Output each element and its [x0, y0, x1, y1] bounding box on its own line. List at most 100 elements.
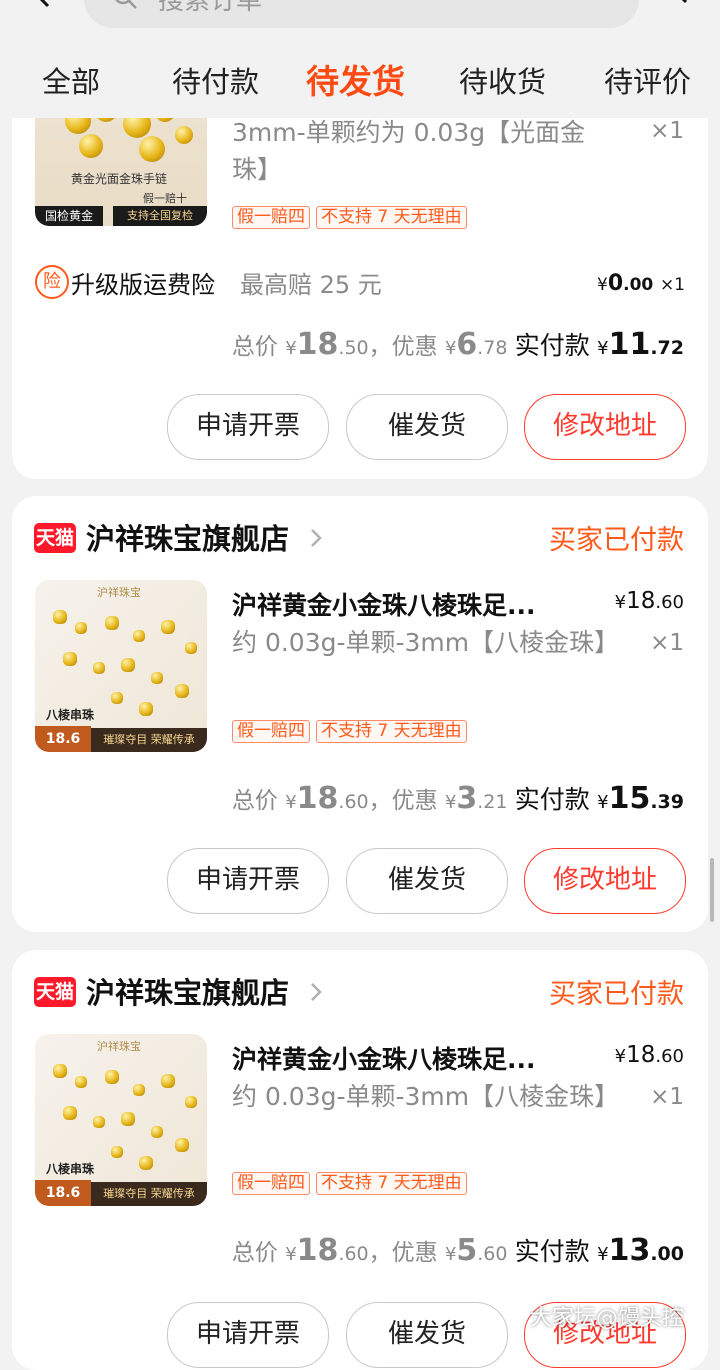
image-brand: 沪祥珠宝	[97, 1040, 141, 1053]
gold-bead	[185, 1096, 197, 1108]
total-dec: .50	[338, 337, 369, 359]
currency-symbol: ¥	[444, 338, 457, 359]
tab-pending-payment[interactable]: 待付款	[172, 58, 259, 106]
urge-shipping-button[interactable]: 催发货	[346, 1302, 508, 1368]
product-title[interactable]: 沪祥黄金小金珠八棱珠足...	[232, 586, 536, 622]
product-quantity: ×1	[650, 1084, 684, 1110]
discount-int: 6	[456, 327, 478, 362]
pay-int: 13	[608, 1233, 651, 1268]
gold-bead	[53, 1064, 67, 1078]
shipping-insurance-row[interactable]: 险 升级版运费险 最高赔 25 元 ¥0.00 ×1	[35, 265, 685, 305]
image-brand: 沪祥珠宝	[97, 586, 141, 599]
search-placeholder: 搜索订单	[158, 0, 263, 16]
gold-bead	[161, 620, 175, 634]
total-int: 18	[296, 781, 339, 816]
gold-bead	[175, 126, 193, 144]
image-caption-cert: 国检黄金	[35, 206, 103, 226]
discount-dec: .21	[477, 791, 508, 813]
pay-dec: .39	[650, 791, 684, 813]
top-bar: 搜索订单 全部 待付款 待发货 待收货 待评价	[0, 0, 720, 118]
pay-dec: .00	[650, 1243, 684, 1265]
tab-all[interactable]: 全部	[42, 58, 100, 106]
product-title[interactable]: 沪祥黄金小金珠八棱珠足...	[232, 1040, 536, 1076]
gold-bead	[151, 672, 163, 684]
shop-header[interactable]: 天猫 沪祥珠宝旗舰店 买家已付款	[12, 950, 708, 1030]
discount-dec: .60	[477, 1243, 508, 1265]
total-label: 总价	[231, 334, 278, 360]
change-address-button[interactable]: 修改地址	[524, 848, 686, 914]
watermark: 大家坛@馒头控	[530, 1306, 685, 1331]
total-dec: .60	[338, 791, 369, 813]
tab-pending-shipment[interactable]: 待发货	[306, 58, 405, 106]
back-arrow-icon[interactable]	[30, 0, 58, 14]
pay-label: 实付款	[514, 331, 590, 360]
gold-bead	[75, 1076, 87, 1088]
order-summary: 总价 ¥18.50，优惠 ¥6.78 实付款 ¥11.72	[232, 326, 684, 362]
service-tag: 假一赔四	[232, 1172, 310, 1195]
pay-dec: .72	[650, 337, 684, 359]
currency-symbol: ¥	[597, 792, 609, 813]
product-price: ¥18.60	[615, 1042, 684, 1068]
gold-bead	[93, 662, 105, 674]
total-label: 总价	[231, 1240, 278, 1266]
total-int: 18	[296, 327, 339, 362]
image-slogan: 璀璨夺目 荣耀传承	[91, 728, 207, 752]
total-label: 总价	[231, 788, 278, 814]
gold-bead	[133, 630, 145, 642]
gold-bead	[63, 652, 77, 666]
product-quantity: ×1	[650, 118, 684, 144]
currency-symbol: ¥	[285, 792, 297, 813]
product-quantity: ×1	[650, 630, 684, 656]
chevron-right-icon	[311, 529, 322, 547]
image-label: 八棱串珠	[45, 708, 94, 722]
price-int: 18	[626, 588, 656, 614]
change-address-button[interactable]: 修改地址	[524, 394, 686, 460]
price-dec: .60	[655, 1046, 684, 1067]
insurance-price: ¥0.00 ×1	[597, 271, 685, 296]
request-invoice-button[interactable]: 申请开票	[167, 1302, 329, 1368]
discount-label: ，优惠	[368, 1240, 438, 1266]
gold-bead	[121, 658, 135, 672]
more-icon[interactable]	[676, 0, 696, 12]
gold-bead	[185, 642, 197, 654]
product-price: ¥18.60	[615, 588, 684, 614]
insurance-note: 最高赔 25 元	[240, 271, 382, 299]
request-invoice-button[interactable]: 申请开票	[167, 394, 329, 460]
image-price: 18.6	[35, 726, 91, 752]
currency-symbol: ¥	[444, 1244, 457, 1265]
price-int: 0	[607, 271, 624, 296]
order-card: 天猫 沪祥珠宝旗舰店 买家已付款 沪祥珠宝 八棱串珠 18.6 璀璨夺目 荣耀传…	[12, 496, 708, 932]
image-label: 八棱串珠	[45, 1162, 94, 1176]
shop-header[interactable]: 天猫 沪祥珠宝旗舰店 买家已付款	[12, 496, 708, 576]
price-dec: .00	[623, 275, 654, 295]
tab-pending-receipt[interactable]: 待收货	[459, 58, 546, 106]
tab-pending-review[interactable]: 待评价	[604, 58, 691, 106]
product-thumbnail[interactable]: 沪祥珠宝 八棱串珠 18.6 璀璨夺目 荣耀传承	[35, 580, 207, 752]
gold-bead	[111, 1146, 123, 1158]
tmall-logo: 天猫	[34, 977, 76, 1007]
currency-symbol: ¥	[597, 338, 609, 359]
gold-bead	[53, 610, 67, 624]
gold-bead	[139, 136, 165, 162]
service-tag: 不支持 7 天无理由	[316, 206, 467, 229]
image-price: 18.6	[35, 1180, 91, 1206]
gold-bead	[151, 1126, 163, 1138]
product-thumbnail[interactable]: 沪祥珠宝 八棱串珠 18.6 璀璨夺目 荣耀传承	[35, 1034, 207, 1206]
search-input[interactable]: 搜索订单	[84, 0, 639, 28]
service-tag: 假一赔四	[232, 206, 310, 229]
order-tabs: 全部 待付款 待发货 待收货 待评价	[0, 58, 720, 108]
order-status: 买家已付款	[549, 525, 684, 556]
product-spec: 3mm-单颗约为 0.03g【光面金珠】	[232, 118, 586, 184]
request-invoice-button[interactable]: 申请开票	[167, 848, 329, 914]
product-spec: 约 0.03g-单颗-3mm【八棱金珠】	[232, 1082, 620, 1111]
scrollbar-thumb[interactable]	[710, 858, 714, 922]
insurance-icon: 险	[35, 265, 69, 299]
gold-bead	[139, 1156, 153, 1170]
service-tags: 假一赔四 不支持 7 天无理由	[232, 206, 473, 230]
urge-shipping-button[interactable]: 催发货	[346, 394, 508, 460]
price-int: 18	[626, 1042, 656, 1068]
service-tag: 不支持 7 天无理由	[316, 720, 467, 743]
image-caption: 黄金光面金珠手链	[71, 172, 168, 186]
currency-symbol: ¥	[596, 275, 608, 295]
urge-shipping-button[interactable]: 催发货	[346, 848, 508, 914]
